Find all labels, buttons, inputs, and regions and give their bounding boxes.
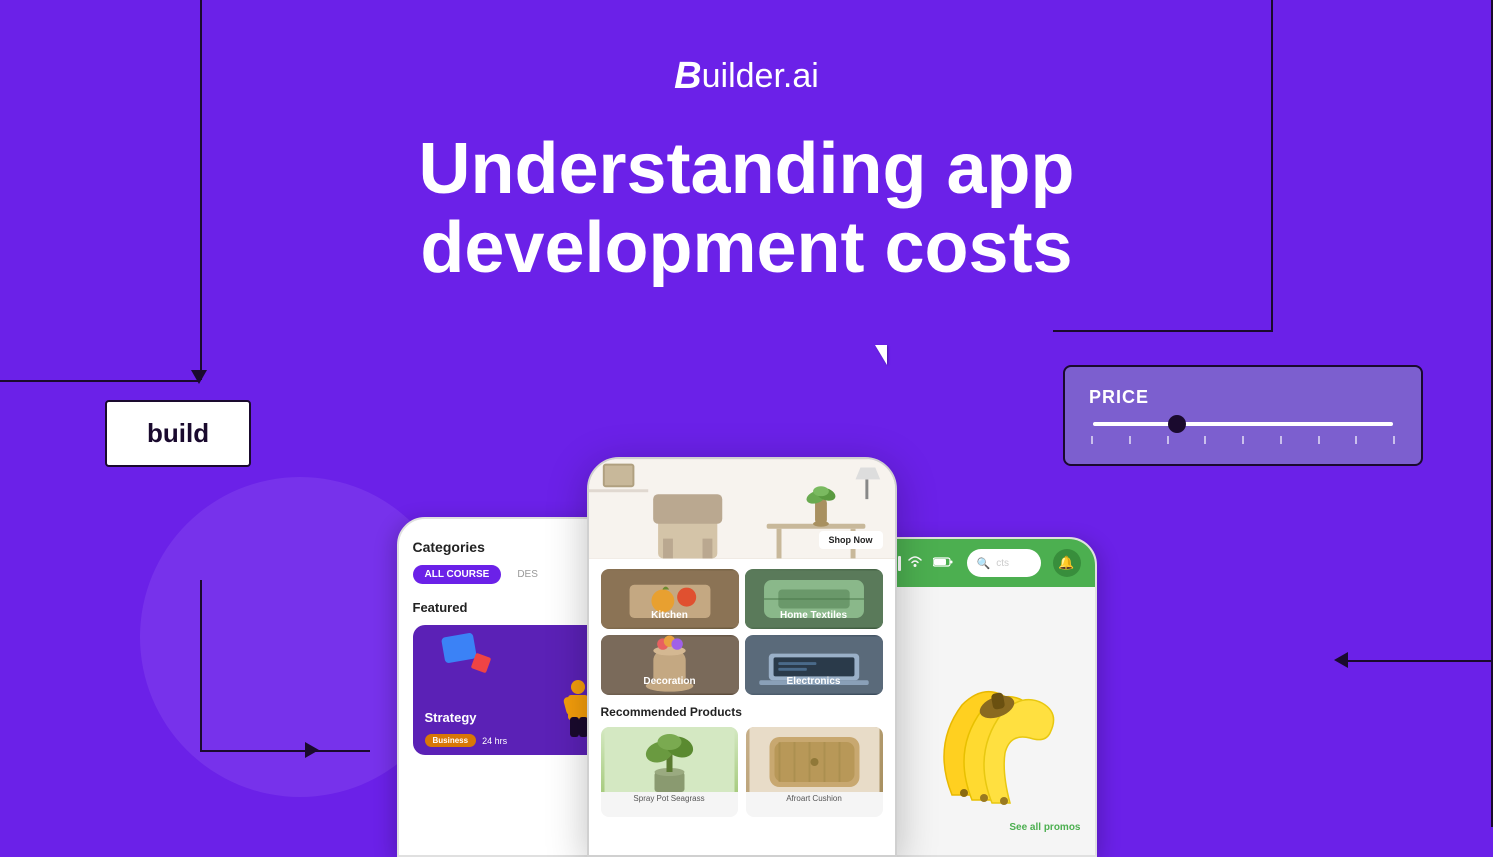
line-top-right-vertical <box>1271 0 1273 330</box>
line-right-horizontal <box>1343 660 1493 662</box>
product2-name: Afroart Cushion <box>746 792 883 805</box>
pillow-svg <box>746 727 883 792</box>
line-left-vertical <box>200 0 202 380</box>
slider-thumb[interactable] <box>1168 415 1186 433</box>
tick <box>1129 436 1131 444</box>
tick <box>1167 436 1169 444</box>
arrow-left-icon <box>1334 652 1348 668</box>
categories-label: Categories <box>413 539 601 555</box>
category-electronics[interactable]: Electronics <box>745 635 883 695</box>
featured-card: Strategy Business 24 hrs <box>413 625 601 755</box>
category-kitchen[interactable]: Kitchen <box>601 569 739 629</box>
slider-track[interactable] <box>1093 422 1393 426</box>
tick <box>1204 436 1206 444</box>
tick <box>1393 436 1395 444</box>
tick <box>1318 436 1320 444</box>
phone-left: Categories ALL COURSE DES Featured <box>397 517 617 857</box>
business-badge: Business <box>425 734 477 747</box>
category-textiles[interactable]: Home Textiles <box>745 569 883 629</box>
phone-center-body: Kitchen Home Textiles <box>589 559 895 827</box>
build-label: build <box>147 418 209 448</box>
phone-center: Shop Now Kitchen <box>587 457 897 857</box>
phone-left-content: Categories ALL COURSE DES Featured <box>399 519 615 755</box>
price-widget[interactable]: PRICE <box>1063 365 1423 466</box>
card-badges: Business 24 hrs <box>425 734 508 747</box>
slider-ticks <box>1091 436 1395 444</box>
recommended-label: Recommended Products <box>601 705 883 719</box>
heading-line1: Understanding app <box>297 130 1197 209</box>
cursor-icon <box>875 345 887 365</box>
categories-grid: Kitchen Home Textiles <box>601 569 883 695</box>
tick <box>1280 436 1282 444</box>
wifi-icon <box>907 555 923 567</box>
shop-now-button[interactable]: Shop Now <box>819 531 883 549</box>
line-bottom-horizontal <box>200 750 370 752</box>
line-bottom-vertical <box>200 580 202 752</box>
main-heading: Understanding app development costs <box>297 130 1197 288</box>
hero-image: Shop Now <box>589 459 895 559</box>
kitchen-label: Kitchen <box>601 610 739 621</box>
products-row: Spray Pot Seagrass <box>601 727 883 817</box>
product-cushion[interactable]: Afroart Cushion <box>746 727 883 817</box>
category-decoration[interactable]: Decoration <box>601 635 739 695</box>
plant-image <box>601 727 738 792</box>
search-bar[interactable]: 🔍 cts <box>967 549 1041 577</box>
price-label: PRICE <box>1089 387 1397 408</box>
product-plant[interactable]: Spray Pot Seagrass <box>601 727 738 817</box>
logo: B uilder.ai <box>674 55 819 98</box>
notification-bell[interactable]: 🔔 <box>1053 549 1081 577</box>
logo-b: B <box>674 55 701 98</box>
person-illustration <box>543 677 593 747</box>
line-top-right-horizontal <box>1053 330 1273 332</box>
search-placeholder: cts <box>996 558 1009 569</box>
banana-illustration <box>892 655 1072 835</box>
logo-text: uilder.ai <box>702 57 819 96</box>
card-title: Strategy <box>425 710 477 725</box>
tick <box>1091 436 1093 444</box>
tab-all-courses[interactable]: ALL COURSE <box>413 565 502 584</box>
build-box: build <box>105 400 251 467</box>
tick <box>1242 436 1244 444</box>
decoration-label: Decoration <box>601 676 739 687</box>
textiles-label: Home Textiles <box>745 610 883 621</box>
hours-badge: 24 hrs <box>482 736 507 746</box>
arrow-right-icon <box>305 742 319 758</box>
tick <box>1355 436 1357 444</box>
search-icon: 🔍 <box>977 557 991 570</box>
product1-name: Spray Pot Seagrass <box>601 792 738 805</box>
see-all-promos-link[interactable]: See all promos <box>1009 822 1080 833</box>
heading-line2: development costs <box>297 209 1197 288</box>
pillow-image <box>746 727 883 792</box>
line-left-horizontal <box>0 380 200 382</box>
phone-right: 🔍 cts 🔔 <box>867 537 1097 857</box>
arrow-down-icon <box>191 370 207 384</box>
blue-rect-decoration <box>440 632 476 663</box>
featured-label: Featured <box>413 600 601 615</box>
phone-right-header: 🔍 cts 🔔 <box>869 539 1095 587</box>
tabs-row: ALL COURSE DES <box>413 565 601 584</box>
phones-container: Categories ALL COURSE DES Featured <box>397 457 1097 857</box>
tab-des[interactable]: DES <box>509 565 546 584</box>
phone-right-body: See all promos <box>869 587 1095 857</box>
electronics-label: Electronics <box>745 676 883 687</box>
plant-svg <box>601 727 738 792</box>
battery-icon <box>933 557 953 567</box>
